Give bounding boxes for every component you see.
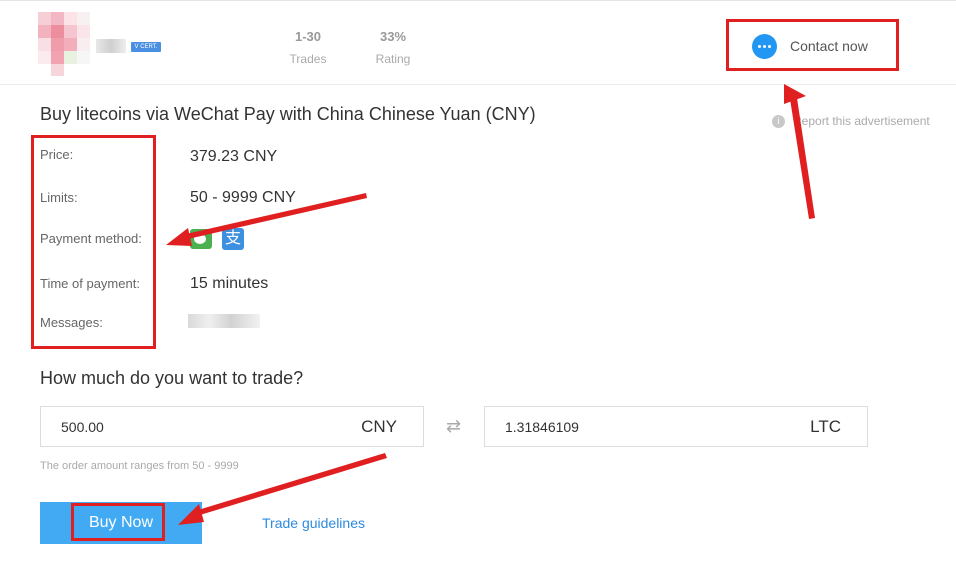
arrow-to-payment-method — [166, 193, 367, 246]
annotation-arrows — [166, 84, 815, 525]
arrow-to-buy-now — [178, 453, 387, 525]
arrow-to-contact — [784, 84, 815, 219]
